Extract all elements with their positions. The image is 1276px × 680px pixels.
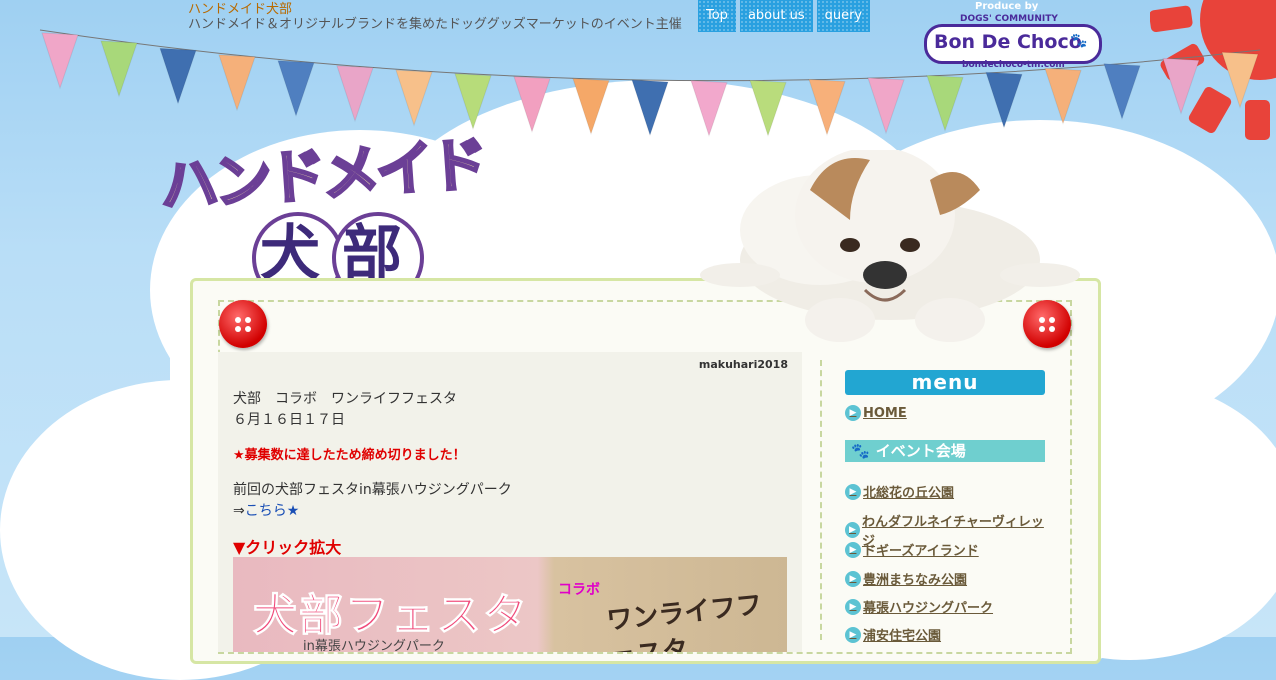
article-title: 犬部 コラボ ワンライフフェスタ <box>233 391 457 407</box>
sidebar-item-venue[interactable]: ▶ 豊洲まちなみ公園 <box>845 569 967 588</box>
nav-query-link[interactable]: query <box>816 0 871 32</box>
bunting-flag <box>159 47 197 105</box>
menu-heading: menu <box>845 370 1045 395</box>
bunting-flag <box>277 60 315 118</box>
sidebar-item-label: 北総花の丘公園 <box>863 486 955 501</box>
bon-de-choco-logo[interactable]: Produce by DOGS' COMMUNITY Bon De Choco … <box>920 1 1102 70</box>
bunting-flag <box>218 54 256 112</box>
paw-icon: 🐾 <box>851 442 870 460</box>
top-navigation: Top about us query <box>698 0 871 32</box>
site-title[interactable]: ハンドメイド犬部 <box>188 2 292 18</box>
bunting-flag <box>631 79 669 137</box>
bunting-flag <box>395 69 433 127</box>
play-arrow-icon: ▶ <box>845 541 861 558</box>
bunting-flag <box>513 76 551 134</box>
sidebar-item-label: 幕張ハウジングパーク <box>863 601 994 616</box>
sidebar-item-home[interactable]: ▶ HOME <box>845 405 907 421</box>
play-arrow-icon: ▶ <box>845 522 861 538</box>
bunting-flag <box>867 77 905 135</box>
previous-event-text: 前回の犬部フェスタin幕張ハウジングパーク <box>233 482 512 498</box>
bunting-flag <box>690 80 728 138</box>
bunting-flag <box>454 73 492 131</box>
event-venue-heading-label: イベント会場 <box>875 442 966 460</box>
sidebar-item-label: 豊洲まちなみ公園 <box>863 573 968 588</box>
bunting-flag <box>1162 57 1200 115</box>
sidebar-item-label: HOME <box>863 405 907 421</box>
closed-notice: ★募集数に達したため締め切りました！ <box>233 448 466 463</box>
sidebar-item-venue[interactable]: ▶ 浦安住宅公園 <box>845 625 941 644</box>
play-arrow-icon: ▶ <box>845 405 861 421</box>
banner-left-text: 犬部フェスタ <box>253 590 529 642</box>
bunting-flag <box>41 32 79 90</box>
bunting-flag <box>1044 67 1082 126</box>
event-banner-image[interactable]: 犬部フェスタ コラボ ワンライフフェスタ in幕張ハウジングパーク <box>233 557 787 652</box>
play-arrow-icon: ▶ <box>845 598 861 615</box>
produce-by-text: Produce by <box>975 1 1039 12</box>
previous-event-link[interactable]: こちら★ <box>245 503 300 519</box>
sidebar: menu ▶ HOME 🐾 イベント会場 ▶ 北総花の丘公園 ▶ わんダフルネイチ… <box>845 370 1045 644</box>
bunting-flag <box>100 40 138 98</box>
bunting-flag <box>572 78 610 136</box>
bunting-flag <box>926 74 964 133</box>
nav-top-link[interactable]: Top <box>698 0 736 32</box>
play-arrow-icon: ▶ <box>845 570 861 587</box>
arrow-text: ⇒ <box>233 503 245 519</box>
click-enlarge-label: ▼クリック拡大 <box>233 538 342 557</box>
red-button-decoration-right <box>1023 300 1071 348</box>
handmade-inubu-logo[interactable]: ハンドメイド 犬部 <box>157 128 500 304</box>
event-venue-heading: 🐾 イベント会場 <box>845 440 1045 462</box>
brand-url: bondechoco-tm.com <box>962 60 1065 70</box>
sidebar-divider <box>820 360 822 640</box>
bunting-flag <box>336 65 374 123</box>
bunting-flag <box>808 78 846 137</box>
sidebar-item-venue[interactable]: ▶ 北総花の丘公園 <box>845 482 954 501</box>
article-dates: ６月１６日１７日 <box>233 412 345 428</box>
bunting-flag <box>1103 63 1141 121</box>
bunting-flag <box>749 79 787 138</box>
dogs-community-text: DOGS' COMMUNITY <box>960 14 1058 24</box>
banner-sub-text: in幕張ハウジングパーク <box>303 639 445 652</box>
post-tag[interactable]: makuhari2018 <box>699 358 788 371</box>
sidebar-item-venue[interactable]: ▶ 幕張ハウジングパーク <box>845 597 993 616</box>
bunting-flag <box>1221 51 1259 109</box>
sidebar-item-label: ドギーズアイランド <box>863 544 979 559</box>
sidebar-item-label: 浦安住宅公園 <box>863 629 942 644</box>
banner-right-text: ワンライフフェスタ <box>605 590 764 652</box>
brand-name: Bon De Choco <box>934 31 1082 53</box>
previous-event-line: ⇒こちら★ <box>233 500 299 520</box>
play-arrow-icon: ▶ <box>845 483 861 500</box>
red-button-decoration-left <box>219 300 267 348</box>
paw-icon: 🐾 <box>1070 33 1088 49</box>
article: makuhari2018 犬部 コラボ ワンライフフェスタ ６月１６日１７日 ★… <box>218 352 802 652</box>
play-arrow-icon: ▶ <box>845 626 861 643</box>
banner-collab-text: コラボ <box>558 582 600 598</box>
logo-line1: ハンドメイド <box>157 128 488 221</box>
nav-about-link[interactable]: about us <box>739 0 813 32</box>
sidebar-item-venue[interactable]: ▶ ドギーズアイランド <box>845 540 979 559</box>
bunting-flag <box>985 71 1023 129</box>
site-description: ハンドメイド＆オリジナルブランドを集めたドッググッズマーケットのイベント主催 <box>188 17 682 32</box>
